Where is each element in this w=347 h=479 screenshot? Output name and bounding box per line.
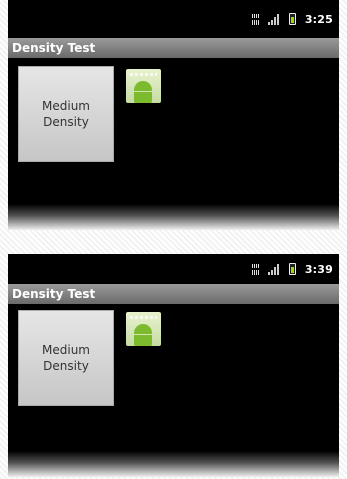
density-button[interactable]: Medium Density <box>18 66 114 162</box>
status-clock: 3:39 <box>304 262 333 276</box>
screen-reflection <box>8 451 339 477</box>
status-bar: 3:39 <box>8 254 339 284</box>
android-body <box>134 335 152 346</box>
battery-icon <box>288 263 296 275</box>
density-button[interactable]: Medium Density <box>18 310 114 406</box>
emulator-screen-1: 3:25 Density Test Medium Density <box>8 0 339 230</box>
signal-icon <box>267 263 280 275</box>
status-bar: 3:25 <box>8 0 339 38</box>
emulator-screen-2: 3:39 Density Test Medium Density <box>8 254 339 477</box>
android-head <box>134 81 152 91</box>
status-clock: 3:25 <box>304 12 333 26</box>
android-app-icon[interactable] <box>126 69 161 103</box>
density-button-label: Medium Density <box>42 99 90 129</box>
android-app-icon[interactable] <box>126 312 161 346</box>
screen-reflection <box>8 204 339 230</box>
signal-icon <box>267 13 280 25</box>
app-title: Density Test <box>8 284 339 304</box>
sim-icon <box>251 263 259 275</box>
density-button-label: Medium Density <box>42 343 90 373</box>
sim-icon <box>251 13 259 25</box>
density-test-comparison: 3:25 Density Test Medium Density 3:39 De… <box>0 0 347 479</box>
android-body <box>134 92 152 103</box>
android-head <box>134 324 152 334</box>
app-title: Density Test <box>8 38 339 58</box>
battery-icon <box>288 13 296 25</box>
